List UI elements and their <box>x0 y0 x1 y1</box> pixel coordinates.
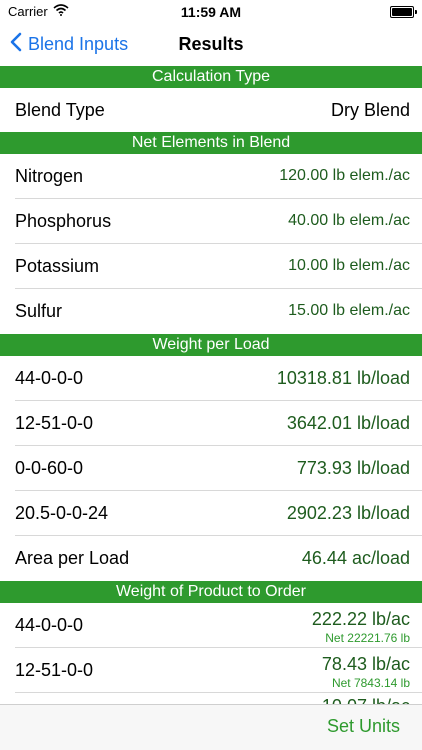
table-row: Nitrogen 120.00 lb elem./ac <box>0 154 422 199</box>
status-time: 11:59 AM <box>180 4 242 20</box>
row-value: 10.00 lb elem./ac <box>288 257 410 274</box>
row-value: 773.93 lb/load <box>296 458 410 478</box>
row-label: 0-0-60-0 <box>15 458 84 478</box>
table-row: 12-51-0-0 78.43 lb/ac Net 7843.14 lb <box>0 648 422 693</box>
row-label: Blend Type <box>15 100 105 120</box>
page-title: Results <box>178 34 244 54</box>
table-row: Potassium 10.00 lb elem./ac <box>0 244 422 289</box>
section-header-product-to-order: Weight of Product to Order <box>0 581 422 603</box>
row-label: 44-0-0-0 <box>15 615 84 635</box>
row-label: 44-0-0-0 <box>15 368 84 388</box>
table-row: Area per Load 46.44 ac/load <box>0 536 422 581</box>
row-label: 12-51-0-0 <box>15 413 94 433</box>
row-value: 222.22 lb/ac <box>311 609 410 629</box>
row-net-value: Net 7843.14 lb <box>331 676 410 690</box>
row-value: 78.43 lb/ac <box>321 654 410 674</box>
row-value: 40.00 lb elem./ac <box>288 212 410 229</box>
navigation-bar: Blend Inputs Results <box>0 22 422 66</box>
status-bar: Carrier 11:59 AM <box>0 0 422 22</box>
table-row: Blend Type Dry Blend <box>0 88 422 132</box>
row-value: 120.00 lb elem./ac <box>279 167 410 184</box>
row-label: Potassium <box>15 256 100 276</box>
row-label: 20.5-0-0-24 <box>15 503 109 523</box>
section-header-weight-per-load: Weight per Load <box>0 334 422 356</box>
results-table: Calculation Type Blend Type Dry Blend Ne… <box>0 66 422 693</box>
row-divider <box>15 692 422 693</box>
set-units-button[interactable]: Set Units <box>327 716 400 737</box>
row-value: 46.44 ac/load <box>301 548 410 568</box>
table-row: Sulfur 15.00 lb elem./ac <box>0 289 422 334</box>
table-row: 0-0-60-0 773.93 lb/load <box>0 446 422 491</box>
row-label: Sulfur <box>15 301 63 321</box>
table-row: 20.5-0-0-24 2902.23 lb/load <box>0 491 422 536</box>
battery-icon <box>390 6 417 18</box>
bottom-toolbar: Set Units <box>0 704 422 750</box>
table-row: 12-51-0-0 3642.01 lb/load <box>0 401 422 446</box>
row-value: 3642.01 lb/load <box>286 413 410 433</box>
section-header-calculation-type: Calculation Type <box>0 66 422 88</box>
row-label: Nitrogen <box>15 166 84 186</box>
row-value: 15.00 lb elem./ac <box>288 302 410 319</box>
section-header-net-elements: Net Elements in Blend <box>0 132 422 154</box>
row-label: 12-51-0-0 <box>15 660 94 680</box>
row-value: 10318.81 lb/load <box>276 368 410 388</box>
row-label: Phosphorus <box>15 211 112 231</box>
row-value: Dry Blend <box>330 100 410 120</box>
row-value: 2902.23 lb/load <box>286 503 410 523</box>
table-row: 44-0-0-0 10318.81 lb/load <box>0 356 422 401</box>
table-row: 44-0-0-0 222.22 lb/ac Net 22221.76 lb <box>0 603 422 648</box>
row-net-value: Net 22221.76 lb <box>325 631 410 645</box>
row-label: Area per Load <box>15 548 130 568</box>
table-row: Phosphorus 40.00 lb elem./ac <box>0 199 422 244</box>
